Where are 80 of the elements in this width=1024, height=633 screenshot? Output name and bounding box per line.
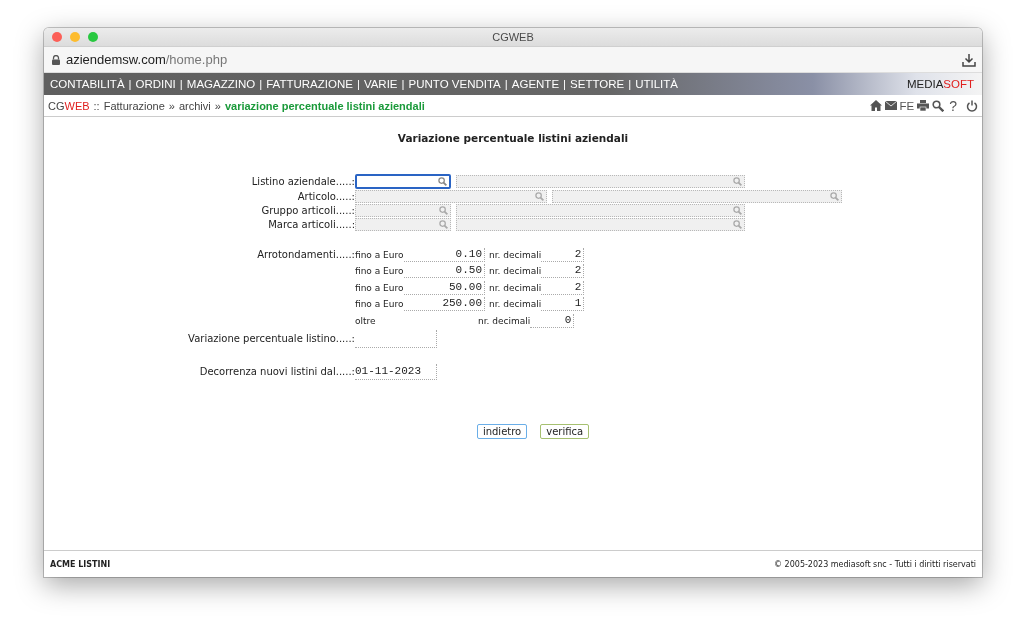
home-icon[interactable] bbox=[869, 100, 882, 111]
close-button[interactable] bbox=[52, 32, 62, 42]
field-label: Gruppo articoli.....: bbox=[260, 205, 355, 216]
menu-separator: | bbox=[562, 78, 568, 90]
menu-item[interactable]: VARIE bbox=[363, 78, 398, 90]
zoom-button[interactable] bbox=[88, 32, 98, 42]
form-button[interactable]: indietro bbox=[476, 423, 528, 439]
lookup-field[interactable] bbox=[355, 190, 547, 203]
lookup-field[interactable] bbox=[355, 204, 451, 217]
form-title: Variazione percentuale listini aziendali bbox=[396, 132, 630, 144]
row-label: fino a Euro bbox=[355, 249, 404, 260]
menu-separator: | bbox=[258, 78, 264, 90]
search-icon[interactable] bbox=[438, 177, 447, 186]
field-label: Decorrenza nuovi listini dal.....: bbox=[198, 366, 355, 377]
menu-item[interactable]: MAGAZZINO bbox=[186, 78, 256, 90]
menu-separator: | bbox=[627, 78, 633, 90]
download-icon[interactable] bbox=[962, 52, 976, 67]
copyright-text: © 2005-2023 mediasoft snc - Tutti i diritti riservati bbox=[774, 559, 976, 569]
decimals-label: nr. decimali bbox=[489, 266, 542, 277]
row-label: oltre bbox=[355, 315, 377, 326]
help-button[interactable]: ? bbox=[949, 97, 957, 114]
lookup-field[interactable] bbox=[552, 190, 842, 203]
menu-item[interactable]: PUNTO VENDITA bbox=[408, 78, 501, 90]
decimals-field[interactable]: 2 bbox=[541, 264, 585, 279]
decimals-label: nr. decimali bbox=[478, 315, 531, 326]
menu-separator: | bbox=[127, 78, 133, 90]
search-icon[interactable] bbox=[932, 99, 945, 112]
percent-field[interactable] bbox=[355, 329, 437, 348]
lookup-field[interactable] bbox=[456, 204, 745, 217]
lock-icon bbox=[52, 54, 60, 65]
brand-logo: MEDIASOFT bbox=[906, 78, 975, 90]
breadcrumb-link[interactable]: archivi bbox=[178, 99, 211, 112]
lookup-field[interactable] bbox=[355, 174, 451, 189]
decimals-field[interactable]: 1 bbox=[541, 297, 585, 312]
date-field[interactable]: 01-11-2023 bbox=[355, 363, 437, 380]
field-label: Articolo.....: bbox=[296, 191, 355, 202]
current-page: variazione percentuale listini aziendali bbox=[224, 99, 425, 112]
field-label: Arrotondamenti.....: bbox=[256, 249, 355, 261]
fe-button[interactable]: FE bbox=[899, 99, 915, 112]
printer-icon[interactable] bbox=[917, 100, 930, 111]
minimize-button[interactable] bbox=[70, 32, 80, 42]
decimals-label: nr. decimali bbox=[489, 282, 542, 293]
breadcrumb-link[interactable]: Fatturazione bbox=[103, 99, 165, 112]
field-label: Marca articoli.....: bbox=[267, 219, 355, 230]
amount-field[interactable]: 50.00 bbox=[404, 280, 485, 295]
menu-item[interactable]: UTILITÀ bbox=[635, 78, 678, 90]
decimals-label: nr. decimali bbox=[489, 299, 542, 310]
amount-field[interactable]: 0.50 bbox=[404, 264, 485, 279]
row-label: fino a Euro bbox=[355, 299, 404, 310]
decimals-field[interactable]: 2 bbox=[541, 247, 585, 262]
amount-field[interactable]: 0.10 bbox=[404, 247, 485, 262]
decimals-field[interactable]: 0 bbox=[530, 313, 575, 328]
decimals-field[interactable]: 2 bbox=[541, 280, 585, 295]
row-label: fino a Euro bbox=[355, 282, 404, 293]
amount-field[interactable]: 250.00 bbox=[404, 297, 485, 312]
menu-separator: | bbox=[178, 78, 184, 90]
lookup-field[interactable] bbox=[456, 175, 745, 188]
field-label: Variazione percentuale listino.....: bbox=[187, 333, 355, 344]
lookup-field[interactable] bbox=[456, 218, 745, 231]
form-button[interactable]: verifica bbox=[540, 423, 590, 439]
app-logo[interactable]: CGWEB bbox=[48, 99, 90, 112]
menu-separator: | bbox=[400, 78, 406, 90]
decimals-label: nr. decimali bbox=[489, 249, 542, 260]
window-title: CGWEB bbox=[492, 31, 534, 43]
footer-app-name: ACME LISTINI bbox=[50, 559, 111, 569]
menu-item[interactable]: FATTURAZIONE bbox=[266, 78, 353, 90]
crumb-separator: » bbox=[214, 99, 221, 112]
crumb-separator: » bbox=[168, 99, 175, 112]
field-label: Listino aziendale.....: bbox=[250, 176, 355, 187]
menu-item[interactable]: CONTABILITÀ bbox=[50, 78, 125, 90]
menu-item[interactable]: AGENTE bbox=[511, 78, 560, 90]
menu-item[interactable]: SETTORE bbox=[570, 78, 625, 90]
crumb-separator: :: bbox=[93, 99, 100, 112]
lookup-field[interactable] bbox=[355, 218, 451, 231]
row-label: fino a Euro bbox=[355, 266, 404, 277]
mail-icon[interactable] bbox=[884, 101, 897, 110]
menu-item[interactable]: ORDINI bbox=[135, 78, 176, 90]
menu-separator: | bbox=[355, 78, 361, 90]
menu-separator: | bbox=[503, 78, 509, 90]
power-icon[interactable] bbox=[966, 99, 978, 112]
